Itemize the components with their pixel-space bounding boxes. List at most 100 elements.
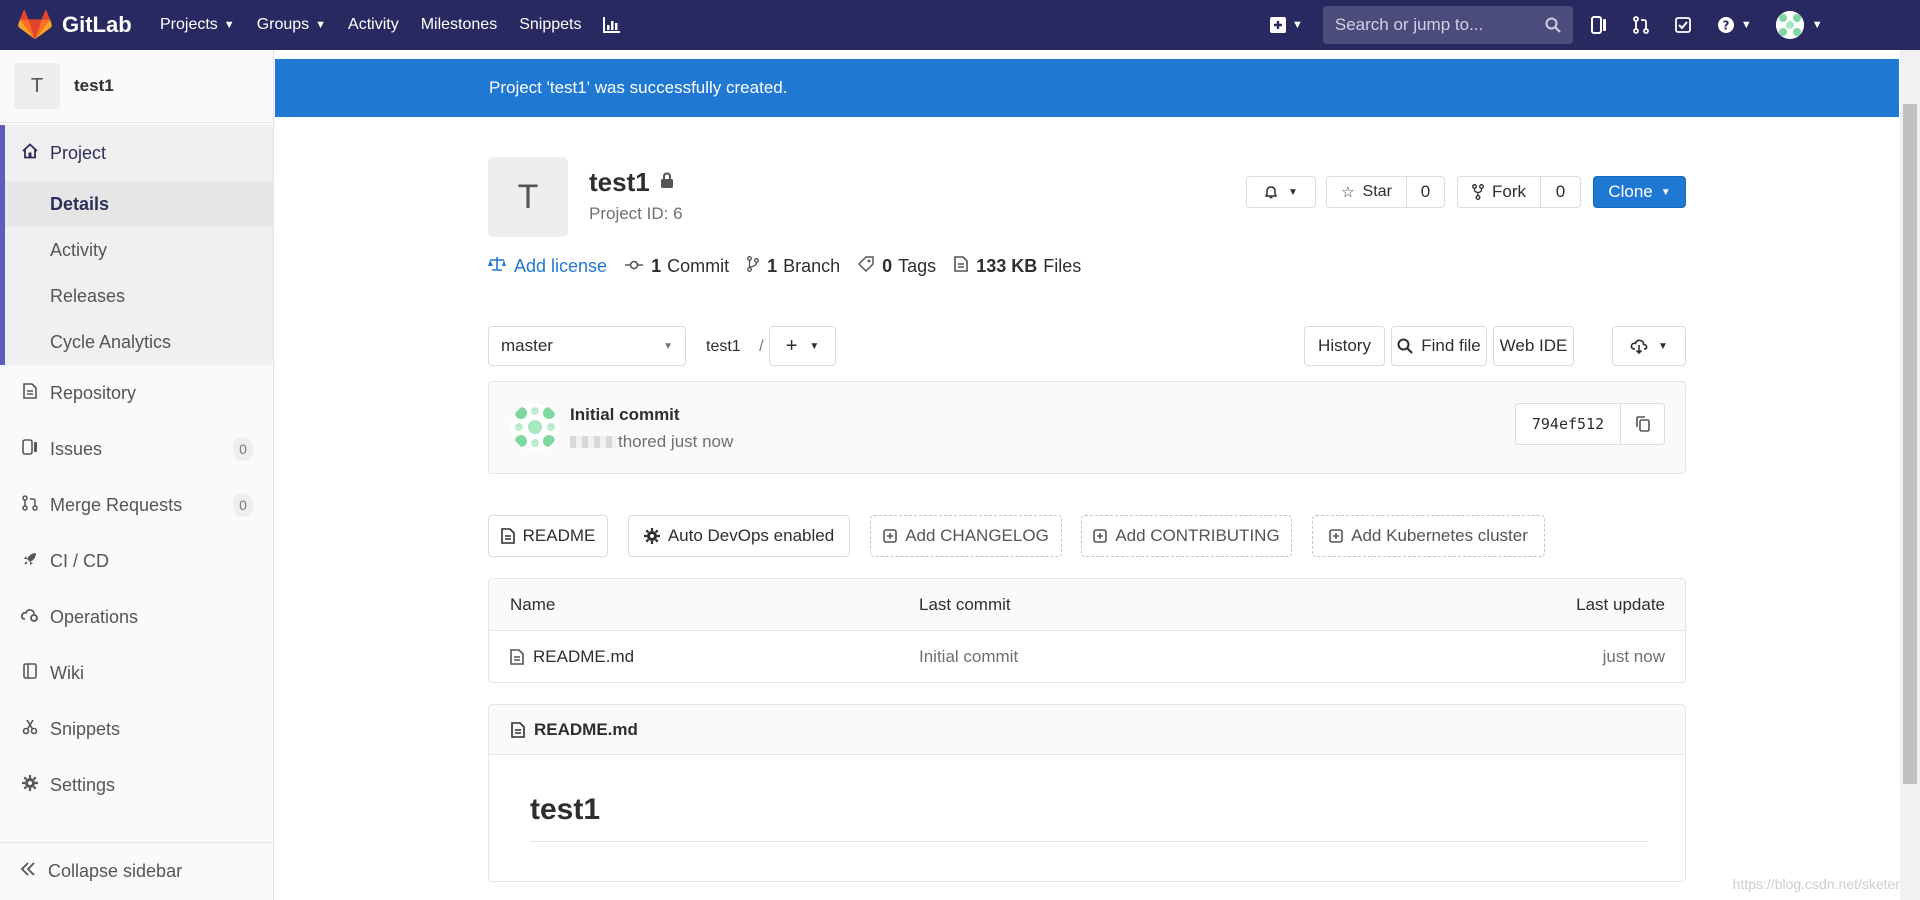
- sidebar-item-settings[interactable]: Settings: [0, 757, 273, 813]
- tags-stat[interactable]: 0 Tags: [858, 256, 936, 277]
- fork-button[interactable]: Fork: [1457, 176, 1541, 208]
- sidebar-sub-releases[interactable]: Releases: [5, 273, 273, 319]
- help-icon: ?: [1717, 17, 1734, 33]
- star-icon: ☆: [1341, 184, 1355, 201]
- auto-devops-label: Auto DevOps enabled: [667, 526, 835, 545]
- watermark-text: https://blog.csdn.net/sketer: [1732, 876, 1900, 892]
- fork-icon: [1472, 184, 1484, 200]
- nav-projects[interactable]: Projects ▼: [160, 16, 235, 34]
- auto-devops-button[interactable]: Auto DevOps enabled: [628, 515, 850, 557]
- commit-sha[interactable]: 794ef512: [1515, 403, 1621, 445]
- file-entry[interactable]: README.md: [510, 647, 634, 667]
- gear-icon: [643, 528, 660, 544]
- file-last-commit[interactable]: Initial commit: [919, 647, 1018, 667]
- add-to-tree-dropdown[interactable]: + ▼: [769, 326, 836, 366]
- branch-select[interactable]: master ▼: [488, 326, 686, 366]
- files-stat[interactable]: 133 KB Files: [954, 256, 1081, 277]
- clone-dropdown[interactable]: Clone ▼: [1593, 176, 1686, 208]
- add-kubernetes-cluster-button[interactable]: Add Kubernetes cluster: [1312, 515, 1545, 557]
- breadcrumb-root[interactable]: test1: [706, 338, 741, 355]
- sidebar-group-project: Project Details Activity Releases Cycle …: [0, 125, 273, 365]
- readme-filename[interactable]: README.md: [534, 720, 638, 740]
- project-avatar: T: [488, 157, 568, 237]
- user-menu[interactable]: ▼: [1775, 11, 1823, 39]
- sidebar-item-label: Issues: [50, 438, 103, 459]
- copy-sha-button[interactable]: [1621, 403, 1665, 445]
- sidebar-item-label: Project: [50, 142, 107, 163]
- chevron-down-icon: ▼: [1811, 19, 1823, 31]
- sidebar-item-repository[interactable]: Repository: [0, 365, 273, 421]
- sidebar-project-name: test1: [74, 76, 114, 95]
- branches-label: Branch: [783, 256, 841, 276]
- sidebar-item-operations[interactable]: Operations: [0, 589, 273, 645]
- sidebar-sub-details[interactable]: Details: [5, 181, 273, 227]
- sidebar-item-snippets[interactable]: Snippets: [0, 701, 273, 757]
- home-icon: [20, 142, 40, 164]
- sidebar-toggle-button[interactable]: [1590, 16, 1607, 34]
- readme-button[interactable]: README: [488, 515, 608, 557]
- chevron-down-icon: ▼: [1660, 186, 1671, 198]
- nav-activity[interactable]: Activity: [348, 16, 399, 34]
- issues-icon: [20, 438, 40, 460]
- sidebar-item-label: Operations: [50, 606, 139, 627]
- add-contributing-button[interactable]: Add CONTRIBUTING: [1081, 515, 1292, 557]
- commits-stat[interactable]: 1 Commit: [625, 256, 729, 277]
- avatar: [1775, 11, 1804, 39]
- new-dropdown[interactable]: ▼: [1270, 17, 1303, 33]
- readme-header: README.md: [489, 705, 1685, 755]
- sidebar-item-merge-requests[interactable]: Merge Requests 0: [0, 477, 273, 533]
- column-header-name: Name: [510, 594, 556, 614]
- readme-panel: README.md test1: [488, 704, 1686, 882]
- todos-button[interactable]: [1674, 17, 1691, 33]
- download-dropdown[interactable]: ▼: [1612, 326, 1686, 366]
- sidebar-item-wiki[interactable]: Wiki: [0, 645, 273, 701]
- nav-analytics[interactable]: [603, 17, 621, 33]
- fork-count[interactable]: 0: [1541, 176, 1581, 208]
- plus-square-icon: [1270, 17, 1286, 33]
- nav-snippets[interactable]: Snippets: [519, 16, 581, 34]
- history-button[interactable]: History: [1304, 326, 1385, 366]
- sidebar-project-header[interactable]: T test1: [0, 50, 273, 123]
- web-ide-button[interactable]: Web IDE: [1493, 326, 1574, 366]
- search-placeholder: Search or jump to...: [1334, 15, 1484, 34]
- sidebar-item-issues[interactable]: Issues 0: [0, 421, 273, 477]
- chevron-down-icon: ▼: [1292, 19, 1303, 31]
- help-dropdown[interactable]: ? ▼: [1717, 16, 1752, 34]
- sidebar-item-label: Wiki: [50, 662, 84, 683]
- star-button[interactable]: ☆ Star: [1326, 176, 1407, 208]
- flash-notice: Project 'test1' was successfully created…: [275, 59, 1899, 117]
- project-name[interactable]: test1: [589, 167, 650, 198]
- lock-icon: [660, 172, 674, 193]
- file-name: README.md: [533, 646, 635, 666]
- sidebar-sub-cycle-analytics[interactable]: Cycle Analytics: [5, 319, 273, 365]
- project-avatar-small: T: [14, 63, 60, 109]
- search-icon: [1545, 17, 1561, 33]
- branch-select-value: master: [501, 336, 553, 355]
- project-stats: Add license 1 Commit 1 Branch 0 Tags 133…: [488, 256, 1099, 277]
- page-scrollbar-thumb[interactable]: [1903, 104, 1917, 784]
- branches-stat[interactable]: 1 Branch: [747, 256, 840, 277]
- sidebar-sub-activity[interactable]: Activity: [5, 227, 273, 273]
- collapse-sidebar-button[interactable]: Collapse sidebar: [0, 842, 273, 900]
- commit-title[interactable]: Initial commit: [570, 405, 680, 425]
- merge-requests-button[interactable]: [1632, 16, 1649, 34]
- double-chevron-left-icon: [20, 861, 36, 882]
- sidebar-item-project[interactable]: Project: [5, 125, 273, 181]
- find-file-button[interactable]: Find file: [1391, 326, 1487, 366]
- star-count[interactable]: 0: [1407, 176, 1445, 208]
- add-license-link[interactable]: Add license: [488, 256, 607, 277]
- nav-milestones[interactable]: Milestones: [421, 16, 497, 34]
- nav-groups[interactable]: Groups ▼: [257, 16, 326, 34]
- sidebar-item-ci-cd[interactable]: CI / CD: [0, 533, 273, 589]
- scissors-icon: [20, 719, 40, 740]
- star-group: ☆ Star 0: [1326, 176, 1445, 208]
- merge-request-icon: [1632, 16, 1649, 34]
- table-row[interactable]: README.md Initial commit just now: [489, 631, 1685, 682]
- add-changelog-button[interactable]: Add CHANGELOG: [870, 515, 1062, 557]
- search-icon: [1397, 338, 1414, 354]
- chevron-down-icon: ▼: [1288, 186, 1298, 198]
- todo-check-icon: [1674, 17, 1691, 33]
- notification-dropdown[interactable]: ▼: [1246, 176, 1316, 208]
- brand[interactable]: GitLab: [18, 10, 158, 40]
- search-input[interactable]: Search or jump to...: [1322, 6, 1573, 44]
